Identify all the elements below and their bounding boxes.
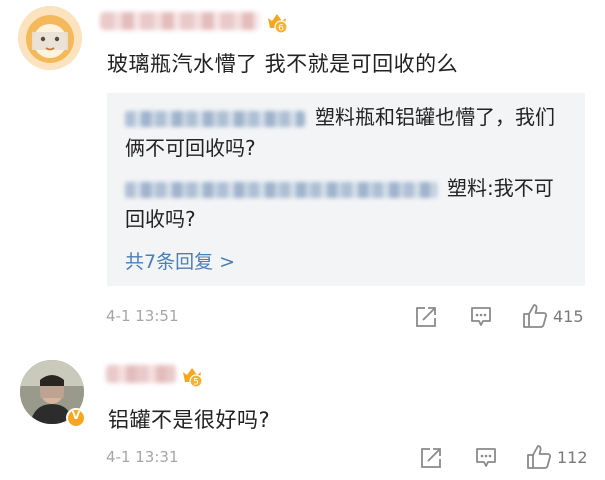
like-icon[interactable]: [521, 302, 549, 330]
comment-item: 6 玻璃瓶汽水懵了 我不就是可回收的么 塑料瓶和铝罐也懵了，我们俩不可回收吗? …: [0, 0, 605, 346]
more-replies-link[interactable]: 共7条回复 >: [125, 247, 235, 274]
reply-username-blurred[interactable]: [125, 110, 305, 127]
reply-item[interactable]: 塑料瓶和铝罐也懵了，我们俩不可回收吗?: [125, 102, 573, 164]
share-icon[interactable]: [419, 446, 443, 470]
comment-icon[interactable]: [469, 305, 493, 329]
reply-panel[interactable]: 塑料瓶和铝罐也懵了，我们俩不可回收吗? 塑料:我不可回收吗? 共7条回复 >: [107, 93, 585, 286]
comment-time: 4-1 13:51: [106, 307, 179, 325]
like-count: 415: [553, 307, 584, 326]
username-blurred[interactable]: [100, 12, 260, 30]
lion-avatar-icon: [18, 6, 82, 70]
verified-icon: V: [66, 408, 86, 428]
avatar[interactable]: [18, 6, 82, 70]
username-blurred[interactable]: [106, 365, 176, 383]
reply-username-blurred[interactable]: [125, 181, 437, 198]
like-icon[interactable]: [525, 443, 553, 471]
level-badge-icon: 5: [181, 366, 203, 388]
like-count: 112: [557, 448, 588, 467]
comment-item: V 5 铝罐不是很好吗? 4-1 13:31 112: [0, 346, 605, 480]
level-badge-icon: 6: [266, 12, 288, 34]
comment-time: 4-1 13:31: [106, 448, 179, 466]
comment-text: 铝罐不是很好吗?: [108, 408, 271, 432]
svg-text:6: 6: [278, 24, 284, 34]
comment-icon[interactable]: [474, 446, 498, 470]
reply-item[interactable]: 塑料:我不可回收吗?: [125, 173, 573, 235]
svg-text:5: 5: [193, 378, 199, 388]
share-icon[interactable]: [414, 305, 438, 329]
comment-text: 玻璃瓶汽水懵了 我不就是可回收的么: [107, 52, 459, 76]
